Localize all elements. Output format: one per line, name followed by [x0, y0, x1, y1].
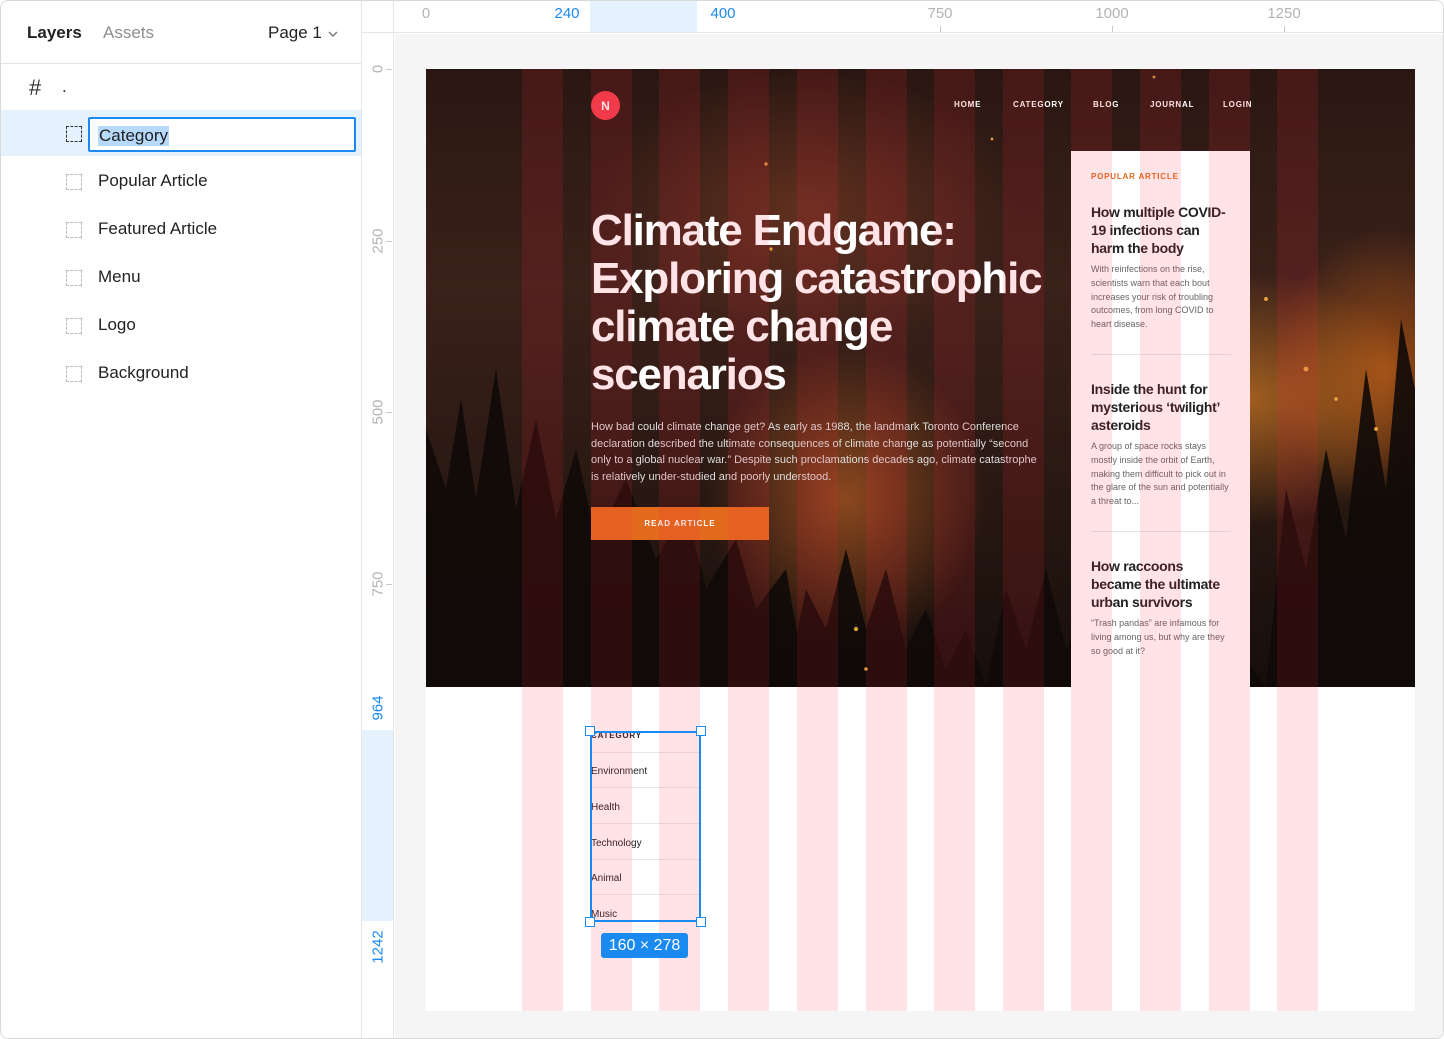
chevron-down-icon — [328, 31, 338, 37]
ruler-label: 750 — [369, 571, 387, 597]
article-title: How multiple COVID-19 infections can har… — [1091, 204, 1226, 256]
nav-home[interactable]: HOME — [954, 100, 981, 109]
ruler-label: 750 — [927, 5, 953, 22]
nav-journal[interactable]: JOURNAL — [1150, 100, 1194, 109]
ruler-label-selection-end: 400 — [710, 5, 736, 22]
article-card[interactable]: How raccoons became the ultimate urban s… — [1091, 557, 1231, 658]
layer-rename-input[interactable]: Category — [88, 117, 356, 152]
layer-name: Featured Article — [98, 219, 218, 238]
ruler-label: 250 — [369, 228, 387, 254]
article-card[interactable]: How multiple COVID-19 infections can har… — [1091, 203, 1231, 332]
layer-item-logo[interactable]: Logo — [1, 302, 361, 348]
layer-name: Logo — [98, 315, 136, 334]
ruler-tick — [940, 26, 941, 32]
group-icon — [66, 270, 82, 286]
ruler-tick — [386, 69, 392, 70]
frame-icon: # — [29, 75, 42, 100]
article-excerpt: A group of space rocks stays mostly insi… — [1091, 441, 1229, 507]
group-icon — [66, 222, 82, 238]
article-excerpt: With reinfections on the rise, scientist… — [1091, 264, 1214, 330]
layer-frame[interactable]: # . — [1, 71, 361, 105]
ruler-label: 500 — [369, 399, 387, 425]
group-icon — [66, 126, 82, 142]
site-logo[interactable]: N — [591, 91, 620, 120]
panel-header: Layers Assets Page 1 — [1, 1, 361, 64]
ruler-selection-highlight — [590, 1, 697, 32]
ruler-label-selection-start: 964 — [369, 695, 387, 721]
layer-item-background[interactable]: Background — [1, 350, 361, 396]
design-app-window: Layers Assets Page 1 # . Category Popula… — [0, 0, 1444, 1039]
resize-handle-top-left[interactable] — [585, 726, 595, 736]
layer-item-menu[interactable]: Menu — [1, 254, 361, 300]
layer-name: Menu — [98, 267, 141, 286]
ruler-label-selection-start: 240 — [554, 5, 580, 22]
popular-article-panel: POPULAR ARTICLE How multiple COVID-19 in… — [1071, 151, 1250, 687]
ruler-horizontal[interactable]: 0 240 400 750 1000 1250 — [394, 1, 1443, 33]
layer-name: Background — [98, 363, 189, 382]
page-selector-label: Page 1 — [268, 23, 322, 42]
resize-handle-bottom-left[interactable] — [585, 917, 595, 927]
ruler-corner — [362, 1, 394, 33]
divider — [1091, 354, 1231, 355]
ruler-label-selection-end: 1242 — [369, 930, 387, 964]
ruler-vertical[interactable]: 0 250 500 750 964 1242 — [362, 33, 394, 1038]
article-card[interactable]: Inside the hunt for mysterious ‘twilight… — [1091, 380, 1231, 509]
layer-name: Popular Article — [98, 171, 208, 190]
ruler-tick — [1112, 26, 1113, 32]
ruler-label: 0 — [369, 64, 387, 74]
tab-assets[interactable]: Assets — [103, 23, 154, 43]
article-title: Inside the hunt for mysterious ‘twilight… — [1091, 381, 1220, 433]
selection-size-badge: 160 × 278 — [601, 933, 688, 958]
group-icon — [66, 318, 82, 334]
featured-article-title: Climate Endgame: Exploring catastrophic … — [591, 206, 1043, 399]
selection-box[interactable] — [590, 731, 701, 922]
ruler-tick — [386, 584, 392, 585]
nav-blog[interactable]: BLOG — [1093, 100, 1119, 109]
featured-article-excerpt: How bad could climate change get? As ear… — [591, 421, 1037, 483]
ruler-tick — [1284, 26, 1285, 32]
design-frame[interactable]: N HOME CATEGORY BLOG JOURNAL LOGIN Clima… — [426, 69, 1415, 1011]
layer-rename-text: Category — [98, 126, 169, 146]
layer-item-featured-article[interactable]: Featured Article — [1, 206, 361, 252]
logo-letter: N — [601, 98, 610, 113]
nav-login[interactable]: LOGIN — [1223, 100, 1252, 109]
group-icon — [66, 174, 82, 190]
layers-panel: Layers Assets Page 1 # . Category Popula… — [1, 1, 362, 1038]
divider — [1091, 531, 1231, 532]
resize-handle-bottom-right[interactable] — [696, 917, 706, 927]
ruler-tick — [386, 412, 392, 413]
ruler-selection-highlight — [362, 730, 393, 921]
page-selector[interactable]: Page 1 — [268, 23, 338, 43]
ruler-label: 1250 — [1267, 5, 1301, 22]
ruler-label: 1000 — [1095, 5, 1129, 22]
group-icon — [66, 366, 82, 382]
ruler-tick — [386, 241, 392, 242]
article-title: How raccoons became the ultimate urban s… — [1091, 558, 1220, 610]
article-excerpt: “Trash pandas” are infamous for living a… — [1091, 618, 1225, 656]
ruler-label: 0 — [421, 5, 431, 22]
layer-item-popular-article[interactable]: Popular Article — [1, 158, 361, 204]
hero-background[interactable]: N HOME CATEGORY BLOG JOURNAL LOGIN Clima… — [426, 69, 1415, 687]
frame-name: . — [62, 77, 67, 96]
popular-article-label: POPULAR ARTICLE — [1091, 172, 1179, 181]
resize-handle-top-right[interactable] — [696, 726, 706, 736]
nav-category[interactable]: CATEGORY — [1013, 100, 1064, 109]
read-article-button[interactable]: READ ARTICLE — [591, 507, 769, 540]
tab-layers[interactable]: Layers — [27, 23, 82, 43]
